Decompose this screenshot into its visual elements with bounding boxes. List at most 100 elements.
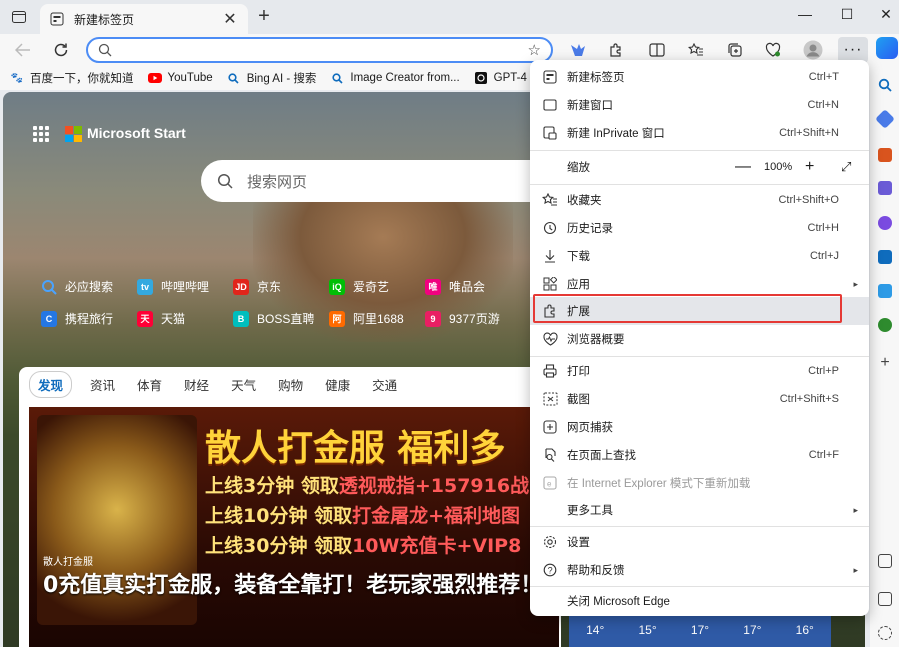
ctrip-icon: C bbox=[41, 310, 57, 327]
quick-link[interactable]: B BOSS直聘 bbox=[233, 310, 329, 327]
favorite-baidu[interactable]: 🐾 百度一下，你就知道 bbox=[10, 70, 134, 86]
quick-link[interactable]: iQ 爱奇艺 bbox=[329, 278, 425, 295]
menu-separator bbox=[530, 150, 869, 151]
favorite-star-icon[interactable]: ☆ bbox=[528, 41, 541, 59]
app-launcher-icon[interactable] bbox=[33, 126, 49, 142]
new-window-icon bbox=[542, 97, 558, 113]
refresh-icon bbox=[54, 43, 68, 57]
microsoft-365-icon[interactable] bbox=[878, 216, 892, 230]
minimize-button[interactable]: — bbox=[785, 0, 825, 28]
page-search-box[interactable]: 搜索网页 bbox=[201, 160, 561, 202]
favorites-star-icon bbox=[688, 43, 703, 56]
settings-icon bbox=[542, 534, 558, 550]
feed-tab-discover[interactable]: 发现 bbox=[29, 370, 73, 398]
zoom-in-button[interactable]: + bbox=[805, 158, 814, 176]
close-window-button[interactable]: ✕ bbox=[866, 0, 899, 28]
feed-tab[interactable]: 购物 bbox=[278, 375, 303, 394]
bing-search-icon bbox=[41, 279, 57, 295]
feed-tab[interactable]: 交通 bbox=[372, 375, 397, 394]
submenu-arrow-icon: ▸ bbox=[853, 564, 858, 575]
hero-line-2: 上线10分钟 领取打金屠龙+福利地图 bbox=[205, 505, 520, 527]
game-9377-icon: 9 bbox=[425, 310, 441, 327]
favorites-button[interactable] bbox=[683, 38, 709, 62]
send-icon[interactable] bbox=[878, 284, 892, 298]
feed-tab[interactable]: 体育 bbox=[137, 375, 162, 394]
menu-item-downloads[interactable]: 下载 Ctrl+J bbox=[530, 242, 869, 270]
bird-extension-icon bbox=[571, 44, 585, 56]
quick-link[interactable]: C 携程旅行 bbox=[41, 310, 137, 327]
puzzle-icon bbox=[610, 43, 621, 57]
zoom-out-button[interactable]: — bbox=[735, 158, 751, 176]
menu-item-find-on-page[interactable]: 在页面上查找 Ctrl+F bbox=[530, 441, 869, 469]
menu-item-history[interactable]: 历史记录 Ctrl+H bbox=[530, 214, 869, 242]
extensions-button[interactable] bbox=[603, 38, 629, 62]
favorite-youtube[interactable]: YouTube bbox=[147, 72, 213, 84]
hero-ad-card[interactable]: 散人打金服 福利多 上线3分钟 领取透视戒指+157916战 上线10分钟 领取… bbox=[29, 407, 559, 647]
tab-actions-button[interactable] bbox=[8, 7, 30, 27]
youtube-icon bbox=[147, 72, 162, 84]
tab-title: 新建标签页 bbox=[74, 12, 135, 27]
heart-pulse-icon bbox=[765, 42, 781, 57]
favorite-bing-ai[interactable]: Bing AI - 搜索 bbox=[227, 70, 316, 86]
fullscreen-button[interactable]: ⤢ bbox=[841, 159, 851, 175]
menu-item-screenshot[interactable]: 截图 Ctrl+Shift+S bbox=[530, 385, 869, 413]
open-external-icon[interactable] bbox=[878, 592, 892, 606]
refresh-button[interactable] bbox=[48, 38, 74, 62]
profile-button[interactable] bbox=[800, 38, 826, 62]
search-icon[interactable] bbox=[878, 78, 892, 92]
hero-headline[interactable]: 0充值真实打金服，装备全靠打！老玩家强烈推荐！ bbox=[43, 571, 558, 601]
feed-tab[interactable]: 天气 bbox=[231, 375, 256, 394]
address-input[interactable] bbox=[124, 42, 528, 58]
menu-item-new-window[interactable]: 新建窗口 Ctrl+N bbox=[530, 91, 869, 119]
maximize-button[interactable]: ☐ bbox=[827, 0, 867, 28]
address-bar[interactable]: ☆ bbox=[86, 37, 553, 63]
menu-item-favorites[interactable]: 收藏夹 Ctrl+Shift+O bbox=[530, 186, 869, 214]
add-icon[interactable]: + bbox=[878, 355, 892, 371]
menu-item-browser-essentials[interactable]: 浏览器概要 bbox=[530, 325, 869, 353]
tab-close-icon[interactable]: ✕ bbox=[222, 11, 238, 28]
menu-item-settings[interactable]: 设置 bbox=[530, 528, 869, 556]
games-icon[interactable] bbox=[878, 181, 892, 195]
quick-link[interactable]: 必应搜索 bbox=[41, 278, 137, 295]
new-tab-button[interactable]: + bbox=[254, 6, 274, 27]
paw-icon: 🐾 bbox=[10, 72, 24, 84]
menu-item-new-inprivate[interactable]: 新建 InPrivate 窗口 Ctrl+Shift+N bbox=[530, 119, 869, 147]
quick-links-row-1: 必应搜索 tv 哔哩哔哩 JD 京东 iQ 爱奇艺 唯唯品会 bbox=[41, 278, 521, 295]
menu-item-web-capture[interactable]: 网页捕获 bbox=[530, 413, 869, 441]
tab-new-tab[interactable]: 新建标签页 ✕ bbox=[40, 4, 248, 34]
feed-tab[interactable]: 财经 bbox=[184, 375, 209, 394]
menu-item-help-feedback[interactable]: ? 帮助和反馈 ▸ bbox=[530, 556, 869, 584]
outlook-icon[interactable] bbox=[878, 250, 892, 264]
extension-pin-button[interactable] bbox=[565, 38, 591, 62]
feed-tab[interactable]: 健康 bbox=[325, 375, 350, 394]
quick-link[interactable]: JD 京东 bbox=[233, 278, 329, 295]
tree-icon[interactable] bbox=[878, 318, 892, 332]
settings-gear-icon[interactable] bbox=[878, 626, 892, 640]
split-screen-button[interactable] bbox=[644, 38, 670, 62]
back-button[interactable] bbox=[10, 38, 36, 62]
menu-item-print[interactable]: 打印 Ctrl+P bbox=[530, 357, 869, 385]
menu-item-close-edge[interactable]: 关闭 Microsoft Edge bbox=[530, 587, 869, 615]
tools-briefcase-icon[interactable] bbox=[878, 148, 892, 162]
quick-link[interactable]: 唯唯品会 bbox=[425, 278, 521, 295]
feed-tab[interactable]: 资讯 bbox=[90, 375, 115, 394]
quick-link[interactable]: 9 9377页游 bbox=[425, 310, 521, 327]
submenu-arrow-icon: ▸ bbox=[853, 504, 858, 515]
svg-text:e: e bbox=[547, 480, 552, 489]
quick-link[interactable]: 阿阿里1688 bbox=[329, 310, 425, 327]
collections-button[interactable] bbox=[722, 38, 748, 62]
favorite-gpt4[interactable]: GPT-4 bbox=[474, 72, 527, 84]
menu-item-ie-mode: e 在 Internet Explorer 模式下重新加载 bbox=[530, 469, 869, 497]
copilot-icon[interactable] bbox=[876, 37, 898, 59]
alibaba-icon: 阿 bbox=[329, 310, 345, 327]
favorite-image-creator[interactable]: Image Creator from... bbox=[330, 72, 460, 84]
shopping-tag-icon[interactable] bbox=[875, 109, 895, 129]
menu-item-new-tab[interactable]: 新建标签页 Ctrl+T bbox=[530, 63, 869, 91]
browser-essentials-icon bbox=[542, 331, 558, 347]
quick-link[interactable]: tv 哔哩哔哩 bbox=[137, 278, 233, 295]
browser-essentials-button[interactable] bbox=[760, 38, 786, 62]
menu-item-more-tools[interactable]: 更多工具 ▸ bbox=[530, 496, 869, 524]
vip-icon: 唯 bbox=[425, 278, 441, 295]
quick-link[interactable]: 天天猫 bbox=[137, 310, 233, 327]
screenshot-icon[interactable] bbox=[878, 554, 892, 568]
